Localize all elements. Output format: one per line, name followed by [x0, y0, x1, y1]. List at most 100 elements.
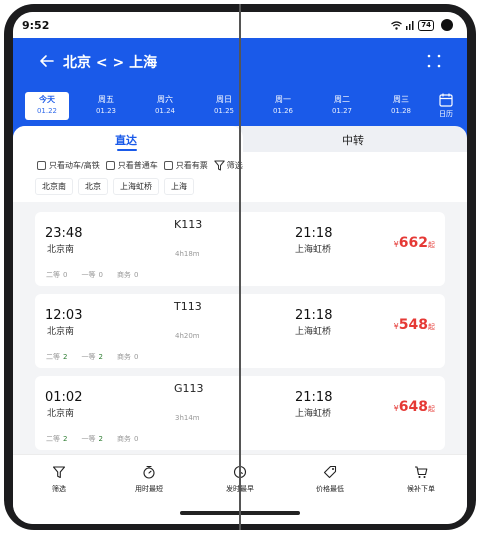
station-chips: 北京南 北京 上海虹桥 上海 — [35, 178, 194, 195]
arrival-station: 上海虹桥 — [295, 245, 332, 255]
checkbox-label: 只看普通车 — [117, 161, 158, 170]
filter-available-checkbox[interactable]: 只看有票 — [163, 160, 208, 171]
bottom-cheapest-button[interactable]: 价格最低 — [298, 465, 362, 494]
station-chip[interactable]: 上海虹桥 — [113, 178, 159, 195]
date-item[interactable]: 周二 01.27 — [320, 92, 364, 120]
seat-count: 0 — [63, 271, 68, 279]
seat-class: 商务 0 — [117, 352, 138, 362]
seat-count: 2 — [63, 353, 68, 361]
date-day: 周一 — [275, 95, 291, 104]
scan-icon[interactable] — [427, 54, 441, 68]
bottom-waitlist-button[interactable]: 候补下单 — [389, 465, 453, 494]
stopwatch-icon — [143, 465, 155, 479]
seat-class-name: 一等 — [81, 353, 96, 361]
tab-transfer[interactable]: 中转 — [342, 132, 364, 148]
back-arrow-icon[interactable] — [37, 51, 57, 71]
departure-time: 12:03 — [45, 308, 83, 323]
price-suffix: 起 — [428, 323, 435, 331]
date-day: 周二 — [334, 95, 350, 104]
departure-time: 23:48 — [45, 226, 83, 241]
date-item[interactable]: 周五 01.23 — [84, 92, 128, 120]
filter-options: 只看动车/高铁 只看普通车 只看有票 筛选 — [37, 160, 243, 171]
price-amount: 648 — [398, 399, 428, 415]
arrival-time: 21:18 — [295, 226, 333, 241]
wifi-icon — [391, 20, 403, 30]
filter-highspeed-checkbox[interactable]: 只看动车/高铁 — [37, 160, 100, 171]
train-number: T113 — [174, 300, 202, 313]
seat-class-name: 一等 — [81, 271, 96, 279]
calendar-label: 日历 — [439, 110, 453, 118]
seat-count: 2 — [98, 435, 103, 443]
checkbox-label: 只看有票 — [175, 161, 208, 170]
date-day: 周五 — [98, 95, 114, 104]
departure-station: 北京南 — [47, 245, 75, 255]
date-item[interactable]: 周一 01.26 — [261, 92, 305, 120]
seat-class-name: 商务 — [116, 271, 131, 279]
status-icons: 74 — [391, 19, 453, 31]
trip-duration: 4h20m — [175, 332, 200, 340]
seat-count: 2 — [63, 435, 68, 443]
camera-cutout — [441, 19, 453, 31]
trip-duration: 4h18m — [175, 250, 200, 258]
station-chip[interactable]: 北京南 — [35, 178, 73, 195]
arrival-station: 上海虹桥 — [295, 409, 332, 419]
date-item[interactable]: 周六 01.24 — [143, 92, 187, 120]
seat-availability: 二等 0 一等 0 商务 0 — [46, 270, 138, 280]
date-item[interactable]: 今天 01.22 — [25, 92, 69, 120]
date-day: 周三 — [393, 95, 409, 104]
seat-count: 2 — [98, 353, 103, 361]
seat-count: 0 — [133, 271, 139, 279]
station-chip[interactable]: 上海 — [164, 178, 194, 195]
route-title: 北京 < > 上海 — [63, 55, 158, 71]
bottom-filter-button[interactable]: 筛选 — [27, 465, 91, 494]
price-amount: 662 — [398, 235, 428, 251]
ticket-price: ¥548起 — [394, 314, 435, 333]
seat-availability: 二等 2 一等 2 商务 0 — [46, 352, 138, 362]
trip-duration: 3h14m — [175, 414, 200, 422]
seat-class-name: 二等 — [46, 271, 60, 279]
checkbox-box — [105, 161, 115, 170]
arrival-time: 21:18 — [295, 308, 333, 323]
date-value: 01.22 — [36, 107, 58, 115]
filter-icon — [214, 160, 225, 171]
bottom-label: 价格最低 — [316, 485, 344, 493]
bottom-shortest-button[interactable]: 用时最短 — [117, 465, 181, 494]
cart-icon — [415, 466, 428, 478]
bottom-label: 筛选 — [52, 485, 66, 493]
status-time: 9:52 — [22, 18, 50, 32]
calendar-button[interactable]: 日历 — [433, 90, 459, 124]
departure-station: 北京南 — [47, 409, 75, 419]
date-value: 01.26 — [272, 107, 294, 115]
tab-direct[interactable]: 直达 — [115, 132, 137, 148]
seat-class-name: 一等 — [81, 435, 96, 443]
station-chip[interactable]: 北京 — [78, 178, 108, 195]
bottom-label: 用时最短 — [135, 485, 163, 493]
seat-class-name: 二等 — [46, 435, 60, 443]
ticket-price: ¥648起 — [394, 396, 435, 415]
train-number: G113 — [174, 382, 204, 395]
checkbox-box — [163, 161, 173, 170]
calendar-icon — [439, 93, 453, 107]
date-item[interactable]: 周三 01.28 — [379, 92, 423, 120]
checkbox-label: 只看动车/高铁 — [49, 161, 100, 170]
seat-class: 一等 2 — [81, 352, 102, 362]
seat-class: 一等 2 — [81, 434, 102, 444]
battery-level: 74 — [418, 19, 434, 31]
date-value: 01.23 — [95, 107, 117, 115]
date-value: 01.24 — [154, 107, 176, 115]
seat-class-name: 二等 — [46, 353, 60, 361]
seat-class: 商务 0 — [117, 434, 138, 444]
filter-icon — [52, 466, 66, 479]
checkbox-box — [37, 161, 46, 170]
arrival-time: 21:18 — [295, 390, 333, 405]
price-amount: 548 — [398, 317, 428, 333]
seat-count: 0 — [133, 435, 139, 443]
price-suffix: 起 — [428, 241, 435, 249]
departure-time: 01:02 — [45, 390, 83, 405]
filter-regular-checkbox[interactable]: 只看普通车 — [105, 160, 158, 171]
seat-count: 0 — [98, 271, 103, 279]
seat-class-name: 商务 — [116, 435, 131, 443]
arrival-station: 上海虹桥 — [295, 327, 332, 337]
price-suffix: 起 — [428, 405, 435, 413]
tab-underline — [117, 149, 137, 151]
